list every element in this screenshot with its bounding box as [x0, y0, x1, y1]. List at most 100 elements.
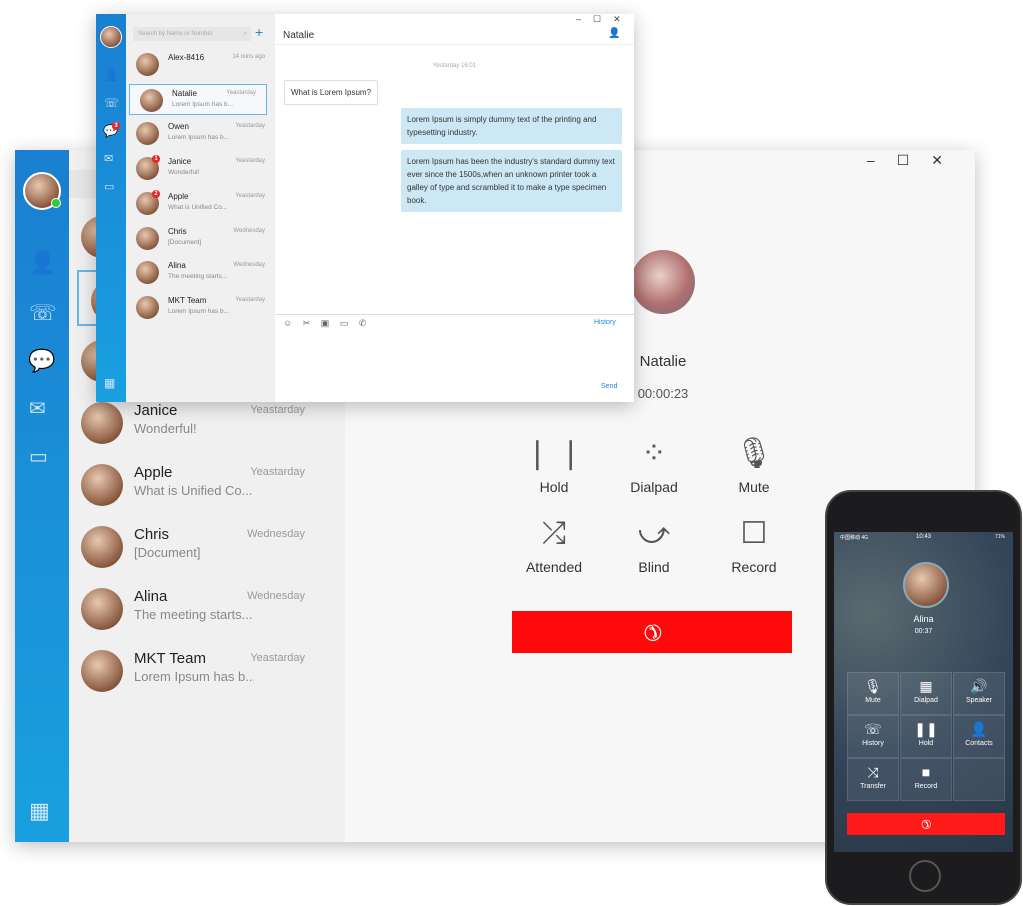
- dialpad-button[interactable]: ▦ Dialpad: [900, 672, 952, 715]
- contact-preview: The meeting starts...: [168, 273, 228, 281]
- message-out: Lorem Ipsum is simply dummy text of the …: [401, 108, 622, 144]
- history-link[interactable]: History: [594, 319, 616, 326]
- scissors-icon[interactable]: ✂: [303, 318, 311, 328]
- message-input[interactable]: [275, 332, 634, 382]
- contact-item[interactable]: MKT Team Lorem Ipsum has b... Yeastarday: [69, 642, 345, 698]
- divider: [275, 314, 634, 315]
- dialpad-button[interactable]: ⁘ Dialpad: [604, 435, 704, 495]
- control-label: Blind: [638, 559, 670, 575]
- contact-item[interactable]: 1 Janice Wonderful! Yeastarday: [126, 153, 275, 184]
- unread-badge: 2: [152, 189, 160, 198]
- attended-button[interactable]: ⤮ Attended: [504, 515, 604, 575]
- search-input[interactable]: Search by Name or Number ⌕: [133, 27, 251, 41]
- window-controls: –☐✕: [867, 152, 965, 169]
- image-icon[interactable]: ▣: [321, 318, 330, 328]
- contact-item[interactable]: Owen Lorem Ipsum has b... Yeastarday: [126, 118, 275, 149]
- home-button[interactable]: [909, 860, 941, 892]
- contact-avatar: [136, 122, 159, 146]
- chat-toolbar: ☺ ✂ ▣ ▭ ✆: [283, 318, 366, 329]
- contact-item[interactable]: MKT Team Lorem Ipsum has b... Yeastarday: [126, 292, 275, 323]
- emoji-icon[interactable]: ☺: [283, 318, 292, 328]
- contact-item[interactable]: Chris [Document] Wednesday: [69, 518, 345, 574]
- unread-badge: 1: [152, 155, 160, 164]
- fax-icon[interactable]: ▭: [104, 180, 114, 193]
- end-call-button[interactable]: ✆: [847, 813, 1005, 835]
- chat-date: Yestarday 16:01: [432, 63, 477, 69]
- contact-preview: The meeting starts...: [134, 607, 253, 622]
- contact-time: Wednesday: [247, 590, 305, 602]
- history-icon: ☏: [864, 721, 882, 737]
- empty-cell: [953, 758, 1005, 801]
- transfer-icon: ⤨: [867, 764, 879, 780]
- phone-icon[interactable]: ✆: [359, 318, 367, 328]
- blind-button[interactable]: ⤻ Blind: [604, 515, 704, 575]
- speaker-button[interactable]: 🔊 Speaker: [953, 672, 1005, 715]
- online-status-icon: [51, 198, 61, 208]
- hold-button[interactable]: ❚❚ Hold: [900, 715, 952, 758]
- contact-item[interactable]: Alina The meeting starts... Wednesday: [69, 580, 345, 636]
- message-out: Lorem Ipsum has been the industry's stan…: [401, 150, 622, 212]
- close-button[interactable]: ✕: [931, 152, 965, 168]
- control-label: Dialpad: [630, 479, 678, 495]
- message-in: What is Lorem Ipsum?: [284, 80, 379, 105]
- contact-time: Yeastarday: [235, 123, 265, 130]
- voicemail-icon[interactable]: ✉: [29, 396, 46, 421]
- contacts-icon[interactable]: 👤: [29, 250, 56, 276]
- user-avatar[interactable]: [100, 26, 122, 48]
- contact-item[interactable]: Janice Wonderful! Yeastarday: [69, 394, 345, 450]
- contact-item[interactable]: Apple What is Unified Co... Yeastarday: [69, 456, 345, 512]
- record-button[interactable]: ■ Record: [900, 758, 952, 801]
- contact-preview: Wonderful!: [134, 421, 197, 436]
- minimize-button[interactable]: –: [867, 152, 897, 168]
- contact-info-icon[interactable]: 👤: [608, 28, 620, 39]
- caller-name: Alina: [913, 614, 934, 624]
- contact-time: Yeastarday: [250, 404, 305, 416]
- fax-icon[interactable]: ▭: [29, 444, 48, 469]
- contact-avatar: [136, 261, 159, 285]
- contact-preview: [Document]: [134, 545, 201, 560]
- contact-item[interactable]: Natalie Lorem Ipsum has b... Yeastarday: [129, 83, 267, 115]
- call-timer: 00:37: [914, 628, 933, 635]
- apps-icon[interactable]: ▦: [29, 798, 50, 824]
- contacts-button[interactable]: 👤 Contacts: [953, 715, 1005, 758]
- contact-item[interactable]: Alina The meeting starts... Wednesday: [126, 257, 275, 288]
- apps-icon[interactable]: ▦: [104, 376, 115, 390]
- contact-name: MKT Team: [168, 295, 207, 305]
- add-button[interactable]: +: [255, 24, 263, 40]
- contact-avatar: [136, 226, 159, 250]
- mute-button[interactable]: 🎙 Mute: [704, 435, 804, 495]
- end-call-button[interactable]: ✆: [512, 611, 792, 653]
- dialpad-icon: ⁘: [641, 437, 667, 470]
- contact-item[interactable]: Chris [Document] Wednesday: [126, 223, 275, 254]
- mute-button[interactable]: 🎙 Mute: [847, 672, 899, 715]
- contact-item[interactable]: Alex-8416 14 mins ago: [126, 49, 275, 80]
- contacts-icon[interactable]: 👤: [104, 68, 119, 82]
- voicemail-icon[interactable]: ✉: [104, 152, 113, 165]
- contact-item[interactable]: 2 Apple What is Unified Co... Yeastarday: [126, 188, 275, 219]
- history-button[interactable]: ☏ History: [847, 715, 899, 758]
- contact-name: Chris: [134, 526, 170, 543]
- send-button[interactable]: Send: [601, 383, 617, 390]
- folder-icon[interactable]: ▭: [340, 318, 349, 328]
- record-button[interactable]: ☐ Record: [704, 515, 804, 575]
- button-label: History: [862, 740, 884, 747]
- control-label: Attended: [525, 559, 583, 575]
- call-history-icon[interactable]: ☏: [29, 300, 57, 326]
- control-label: Hold: [539, 479, 569, 495]
- window-controls: –☐✕: [576, 14, 633, 24]
- contact-preview: Lorem Ipsum has b...: [168, 307, 230, 315]
- contact-preview: Lorem Ipsum has b...: [134, 669, 254, 684]
- hold-button[interactable]: ❘ ❘ Hold: [504, 435, 604, 495]
- contact-name: Apple: [168, 191, 189, 201]
- maximize-button[interactable]: ☐: [897, 152, 932, 168]
- pause-icon: ❘ ❘: [524, 437, 584, 470]
- chat-badge: 3: [112, 122, 120, 130]
- button-label: Speaker: [965, 697, 993, 704]
- contact-name: Natalie: [172, 88, 197, 98]
- contact-time: 14 mins ago: [232, 54, 265, 60]
- transfer-button[interactable]: ⤨ Transfer: [847, 758, 899, 801]
- chat-title: Natalie: [283, 30, 315, 41]
- call-history-icon[interactable]: ☏: [104, 96, 119, 110]
- contact-time: Yeastarday: [250, 466, 305, 478]
- chat-icon[interactable]: 💬: [28, 348, 55, 374]
